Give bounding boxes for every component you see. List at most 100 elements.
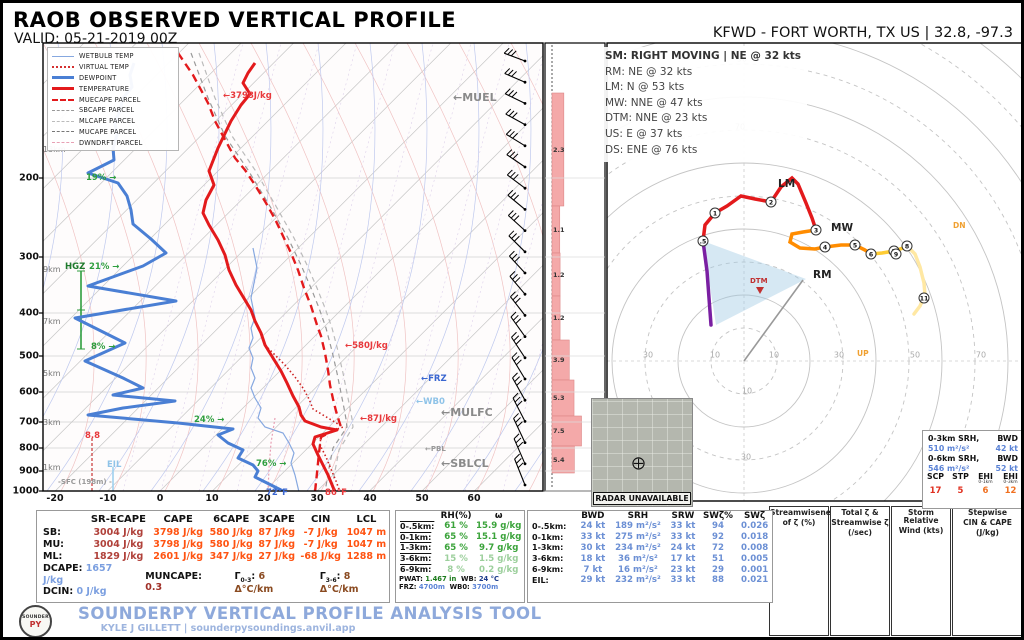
hodograph-dn-label: DN: [953, 221, 966, 230]
temp-tick-label: 50: [415, 493, 429, 504]
shear-value: 275 m²/s²: [615, 532, 661, 543]
indices-values: 17 5 6 12: [923, 486, 1021, 496]
legend-item: MLCAPE PARCEL: [52, 116, 174, 127]
thermo-value: 3798 J/kg: [153, 538, 204, 550]
hodograph-height-marker: 9: [890, 248, 902, 260]
hodograph-height-marker: 5: [849, 239, 861, 251]
legend-item-label: MUECAPE PARCEL: [79, 95, 141, 104]
thermo-extra-row: DCAPE: 1657 J/kg DCIN: 0 J/kg MUNCAPE: 0…: [37, 563, 389, 598]
page-title: RAOB OBSERVED VERTICAL PROFILE: [13, 8, 457, 32]
shear-row: 0-.5km: 24 kt 189 m²/s² 33 kt 94 0.026: [528, 521, 772, 532]
thermo-value: 580 J/kg: [209, 526, 253, 538]
skewt-annotation: 8% →: [91, 342, 116, 352]
thermo-value: 3004 J/kg: [93, 526, 144, 538]
thermo-row: SB: 3004 J/kg 3798 J/kg 580 J/kg 87 J/kg -7 J…: [37, 526, 389, 538]
radar-unavailable-banner: RADAR UNAVAILABLE: [593, 492, 691, 505]
mini-panel-3: Stepwise CIN & CAPE (J/kg): [952, 506, 1021, 636]
muecape-line-swatch: [52, 98, 74, 101]
pressure-tick-label: 600: [19, 386, 39, 398]
skewt-annotation: 19% →: [86, 173, 117, 183]
hodograph-height-marker: 3: [810, 224, 822, 236]
shear-header: SWζ%: [702, 511, 733, 521]
shear-value: 0.008: [741, 542, 769, 553]
temp-tick-label: 60: [467, 493, 481, 504]
height-km-label: 1km: [43, 463, 61, 472]
shear-row: 3-6km: 18 kt 36 m²/s² 17 kt 51 0.005: [528, 553, 772, 564]
thermo-row: MU: 3004 J/kg 3798 J/kg 580 J/kg 87 J/kg -7 J…: [37, 538, 389, 550]
dwndrft-line-swatch: [52, 142, 74, 144]
moisture-table: RH(%) ω 0-.5km: 61 % 15.9 g/kg 0-1km: 65 % 15.1…: [396, 511, 524, 575]
hodograph-ring-label: 70: [975, 350, 987, 360]
shear-value: 29 kt: [580, 575, 606, 586]
thermo-header: CIN: [310, 514, 331, 525]
logo-text-bottom: PY: [29, 619, 42, 629]
thermo-header: [37, 513, 87, 526]
height-km-label: 9km: [43, 265, 61, 274]
skewt-annotation: 72°F: [266, 488, 288, 498]
legend-item: DWNDRFT PARCEL: [52, 137, 174, 148]
shear-value: 33 kt: [670, 532, 696, 543]
muncape-label: MUNCAPE:: [145, 571, 202, 582]
svg-text:6: 6: [869, 251, 873, 258]
legend-item-label: MUCAPE PARCEL: [79, 127, 137, 136]
legend-item-label: WETBULB TEMP: [79, 52, 134, 61]
legend-item: MUCAPE PARCEL: [52, 127, 174, 138]
skewt-annotation: 8.8: [85, 431, 101, 441]
pressure-tick-label: 900: [19, 465, 39, 477]
thermo-value: -7 J/kg: [303, 526, 338, 538]
hodograph-height-marker: 2: [765, 196, 777, 208]
svg-text:4: 4: [823, 244, 828, 251]
thermo-value: 27 J/kg: [258, 550, 296, 562]
legend-item: VIRTUAL TEMP: [52, 62, 174, 73]
shear-value: 17 kt: [670, 553, 696, 564]
moisture-row: 0-.5km: 61 % 15.9 g/kg: [396, 521, 524, 532]
indices-headers: SCP STP EHI 0-1km EHI 0-3km: [923, 473, 1021, 485]
temperature-line-swatch: [52, 87, 74, 91]
shear-value: 33 kt: [670, 521, 696, 532]
skewt-annotation: ←3798J/kg: [223, 91, 272, 101]
index-value: 12: [1004, 486, 1017, 496]
shear-value: 189 m²/s²: [615, 521, 661, 532]
shear-value: 33 kt: [580, 532, 606, 543]
moisture-footer-item: 24 °C: [478, 574, 500, 583]
mucape-line-swatch: [52, 131, 74, 133]
skewt-annotation: 76% →: [256, 459, 287, 469]
mini-panel-title-line: Storm Relative: [903, 508, 939, 526]
thermo-value: 580 J/kg: [209, 538, 253, 550]
skewt-annotation: ←580J/kg: [345, 341, 388, 351]
dewpoint-line-swatch: [52, 76, 74, 80]
index-value: 17: [929, 486, 942, 496]
mini-panel-title-line: Stepwise: [968, 508, 1007, 517]
moisture-row: 6-9km: 8 % 0.2 g/kg: [396, 564, 524, 575]
shear-value: 72: [711, 542, 724, 553]
height-km-label: 7km: [43, 317, 61, 326]
moisture-header: [396, 511, 439, 521]
pressure-tick-label: 300: [19, 251, 39, 263]
legend-item-label: MLCAPE PARCEL: [79, 117, 136, 126]
storm-motion-line: RM: NE @ 32 kts: [605, 65, 693, 78]
skewt-annotation: HGZ: [65, 262, 86, 272]
shear-value: 36 m²/s²: [618, 553, 658, 564]
hodograph-up-label: UP: [857, 349, 869, 358]
moisture-value: 1.5 g/kg: [479, 553, 519, 564]
legend-item: DEWPOINT: [52, 73, 174, 84]
legend-item-label: DEWPOINT: [79, 73, 117, 82]
skewt-legend: WETBULB TEMP VIRTUAL TEMP DEWPOINT TEMPERAT…: [47, 47, 179, 152]
skewt-annotation: ←FRZ: [421, 374, 447, 384]
skewt-annotation: ←87J/kg: [360, 414, 397, 424]
shear-value: 33 kt: [670, 575, 696, 586]
shear-value: 0.026: [741, 521, 769, 532]
thermo-value: -68 J/kg: [300, 550, 341, 562]
svg-text:11: 11: [920, 295, 929, 302]
shear-value: 18 kt: [580, 553, 606, 564]
shear-value: 24 kt: [580, 521, 606, 532]
thermo-value: 1829 J/kg: [93, 550, 144, 562]
thermodynamics-table-box: SR-ECAPE CAPE 6CAPE 3CAPE CIN LCL SB: 3004 J/kg…: [36, 510, 390, 603]
hodograph-height-marker: 6: [865, 248, 877, 260]
histogram-bar-value: 1.1: [553, 225, 565, 234]
thermo-value: -7 J/kg: [303, 538, 338, 550]
skewt-annotation: -SFC (198m) -: [58, 478, 112, 486]
hodograph-height-marker: .5: [697, 235, 709, 247]
histogram-bar-value: 5.3: [553, 394, 565, 402]
moisture-value: 65 %: [444, 542, 468, 553]
